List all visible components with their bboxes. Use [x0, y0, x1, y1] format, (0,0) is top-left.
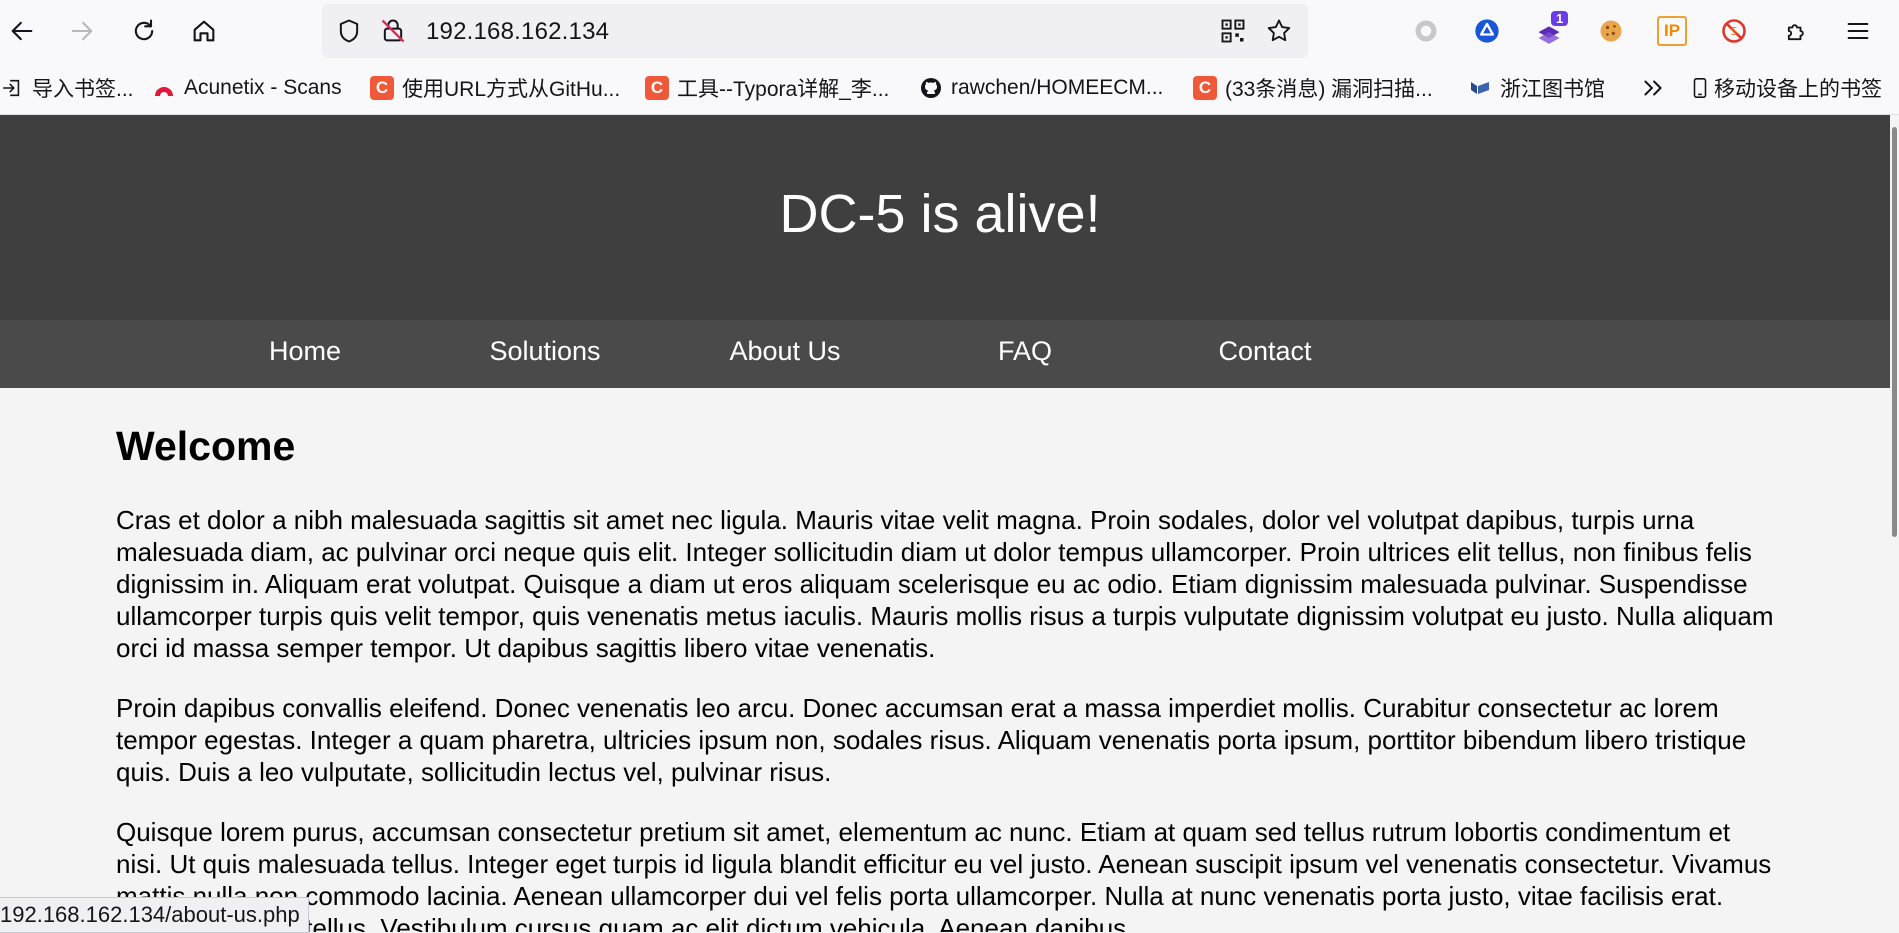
- bookmark-github-repo[interactable]: rawchen/HOMEECM...: [919, 74, 1163, 102]
- back-button[interactable]: [0, 9, 44, 53]
- bookmark-zj-library[interactable]: 浙江图书馆: [1468, 74, 1605, 102]
- extension-circle-button[interactable]: [1404, 9, 1448, 53]
- site-nav: Home Solutions About Us FAQ Contact: [0, 320, 1890, 388]
- reload-icon: [134, 19, 154, 41]
- extension-badge: 1: [1551, 11, 1569, 26]
- svg-text:S: S: [1731, 26, 1738, 38]
- bookmark-label: Acunetix - Scans: [184, 76, 342, 99]
- bookmark-label: rawchen/HOMEECM...: [951, 76, 1164, 99]
- bookmark-label: (33条消息) 漏洞扫描...: [1225, 78, 1433, 101]
- no-script-icon: S: [1722, 19, 1746, 43]
- url-text[interactable]: 192.168.162.134: [426, 18, 609, 46]
- status-url: 192.168.162.134/about-us.php: [0, 902, 300, 927]
- bookmark-label: 工具--Typora详解_李...: [677, 78, 890, 101]
- site-title: DC-5 is alive!: [779, 184, 1101, 244]
- nav-home[interactable]: Home: [185, 336, 425, 367]
- acunetix-icon: [152, 76, 176, 100]
- puzzle-piece-icon: [1787, 24, 1804, 41]
- back-arrow-icon: [11, 21, 33, 41]
- paragraph: Cras et dolor a nibh malesuada sagittis …: [116, 505, 1774, 663]
- bookmarks-bar: 导入书签... Acunetix - Scans C 使用URL方式从GitHu…: [0, 62, 1899, 115]
- bookmark-mobile[interactable]: 移动设备上的书签: [1688, 74, 1882, 102]
- nav-contact[interactable]: Contact: [1145, 336, 1385, 367]
- hamburger-menu-icon: [1847, 22, 1869, 40]
- page-heading: Welcome: [116, 423, 296, 469]
- bookmark-acunetix[interactable]: Acunetix - Scans: [152, 74, 342, 102]
- import-icon: [0, 76, 24, 100]
- csdn-icon: C: [645, 76, 669, 100]
- csdn-icon: C: [1193, 76, 1217, 100]
- bookmark-vuln-scan[interactable]: C (33条消息) 漏洞扫描...: [1193, 74, 1433, 102]
- insecure-lock-icon[interactable]: [378, 16, 408, 46]
- double-chevron-icon: [1644, 80, 1662, 96]
- shield-icon[interactable]: [334, 16, 364, 46]
- extension-ip-button[interactable]: IP: [1650, 9, 1694, 53]
- url-bar[interactable]: 192.168.162.134: [322, 4, 1308, 58]
- csdn-icon: C: [370, 76, 394, 100]
- ip-icon: IP: [1657, 16, 1687, 46]
- status-bar: 192.168.162.134/about-us.php: [0, 897, 309, 933]
- triangle-logo-icon: [1475, 19, 1499, 43]
- extension-layers-button[interactable]: 1: [1527, 9, 1571, 53]
- home-icon: [193, 20, 215, 42]
- bookmark-typora[interactable]: C 工具--Typora详解_李...: [645, 74, 889, 102]
- home-button[interactable]: [182, 9, 226, 53]
- menu-button[interactable]: [1836, 9, 1880, 53]
- forward-arrow-icon: [71, 21, 93, 41]
- extension-cookie-button[interactable]: [1589, 9, 1633, 53]
- web-page: DC-5 is alive! Home Solutions About Us F…: [0, 115, 1899, 932]
- bookmark-label: 使用URL方式从GitHu...: [402, 78, 621, 101]
- extension-blocker-button[interactable]: S: [1712, 9, 1756, 53]
- github-icon: [919, 76, 943, 100]
- bookmark-github-url[interactable]: C 使用URL方式从GitHu...: [370, 74, 620, 102]
- extension-triangle-button[interactable]: [1465, 9, 1509, 53]
- bookmark-star-icon[interactable]: [1264, 16, 1294, 46]
- extensions-button[interactable]: [1775, 9, 1819, 53]
- library-icon: [1468, 76, 1492, 100]
- nav-solutions[interactable]: Solutions: [425, 336, 665, 367]
- qr-code-icon[interactable]: [1218, 16, 1248, 46]
- paragraph: Proin dapibus convallis eleifend. Donec …: [116, 693, 1747, 787]
- nav-about-us[interactable]: About Us: [665, 336, 905, 367]
- bookmark-import[interactable]: 导入书签...: [0, 74, 134, 102]
- scrollbar-thumb[interactable]: [1892, 127, 1897, 537]
- nav-faq[interactable]: FAQ: [905, 336, 1145, 367]
- bookmark-label: 导入书签...: [32, 78, 134, 101]
- bookmark-label: 移动设备上的书签: [1714, 78, 1882, 101]
- bookmark-label: 浙江图书馆: [1500, 78, 1605, 101]
- site-header: DC-5 is alive!: [0, 115, 1890, 320]
- bookmarks-overflow-button[interactable]: [1640, 74, 1666, 102]
- forward-button[interactable]: [60, 9, 104, 53]
- browser-toolbar: 192.168.162.134 1 IP S: [0, 0, 1899, 62]
- page-scrollbar[interactable]: [1890, 115, 1899, 932]
- main-content: Welcome Cras et dolor a nibh malesuada s…: [116, 423, 1776, 932]
- paragraph: Quisque lorem purus, accumsan consectetu…: [116, 817, 1772, 932]
- mobile-icon: [1688, 76, 1712, 100]
- reload-button[interactable]: [122, 9, 166, 53]
- circle-record-icon: [1415, 20, 1437, 42]
- cookie-icon: [1600, 20, 1622, 42]
